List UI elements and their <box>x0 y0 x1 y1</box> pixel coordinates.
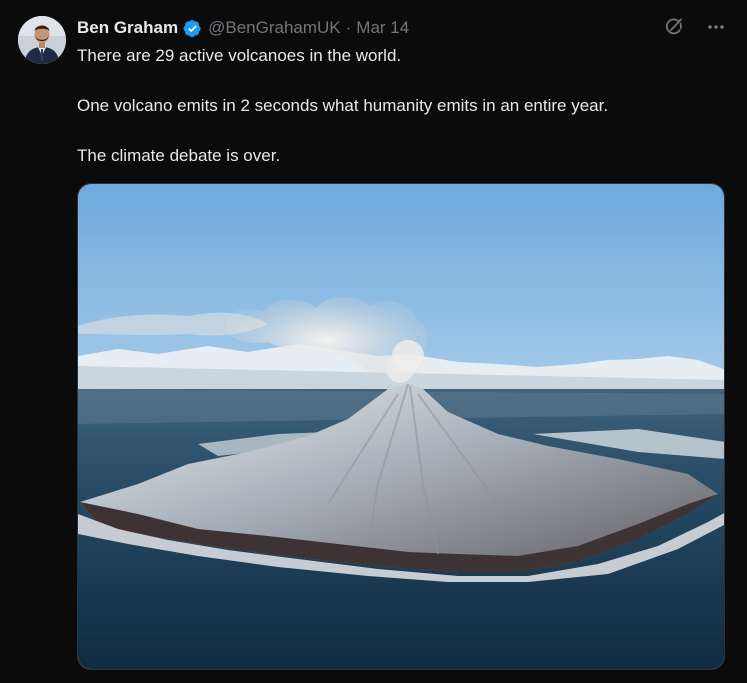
tweet-line-3: The climate debate is over. <box>77 146 281 165</box>
volcano-photo <box>78 184 724 669</box>
avatar[interactable] <box>18 16 66 64</box>
tweet-header: Ben Graham @BenGrahamUK · Mar 14 <box>77 17 409 39</box>
more-options-icon[interactable] <box>705 16 727 38</box>
tweet-media-image[interactable] <box>77 183 725 670</box>
tweet-card[interactable]: Ben Graham @BenGrahamUK · Mar 14 There a… <box>0 0 747 683</box>
tweet-line-1: There are 29 active volcanoes in the wor… <box>77 46 402 65</box>
author-name[interactable]: Ben Graham <box>77 18 178 38</box>
tweet-text: There are 29 active volcanoes in the wor… <box>77 44 727 194</box>
author-handle[interactable]: @BenGrahamUK <box>208 18 341 38</box>
verified-badge-icon[interactable] <box>183 19 202 38</box>
header-separator: · <box>345 18 352 37</box>
tweet-date[interactable]: Mar 14 <box>356 18 409 38</box>
avatar-image <box>18 16 66 64</box>
tweet-line-2: One volcano emits in 2 seconds what huma… <box>77 96 609 115</box>
tweet-actions-top <box>663 16 727 38</box>
grok-icon[interactable] <box>663 16 685 38</box>
